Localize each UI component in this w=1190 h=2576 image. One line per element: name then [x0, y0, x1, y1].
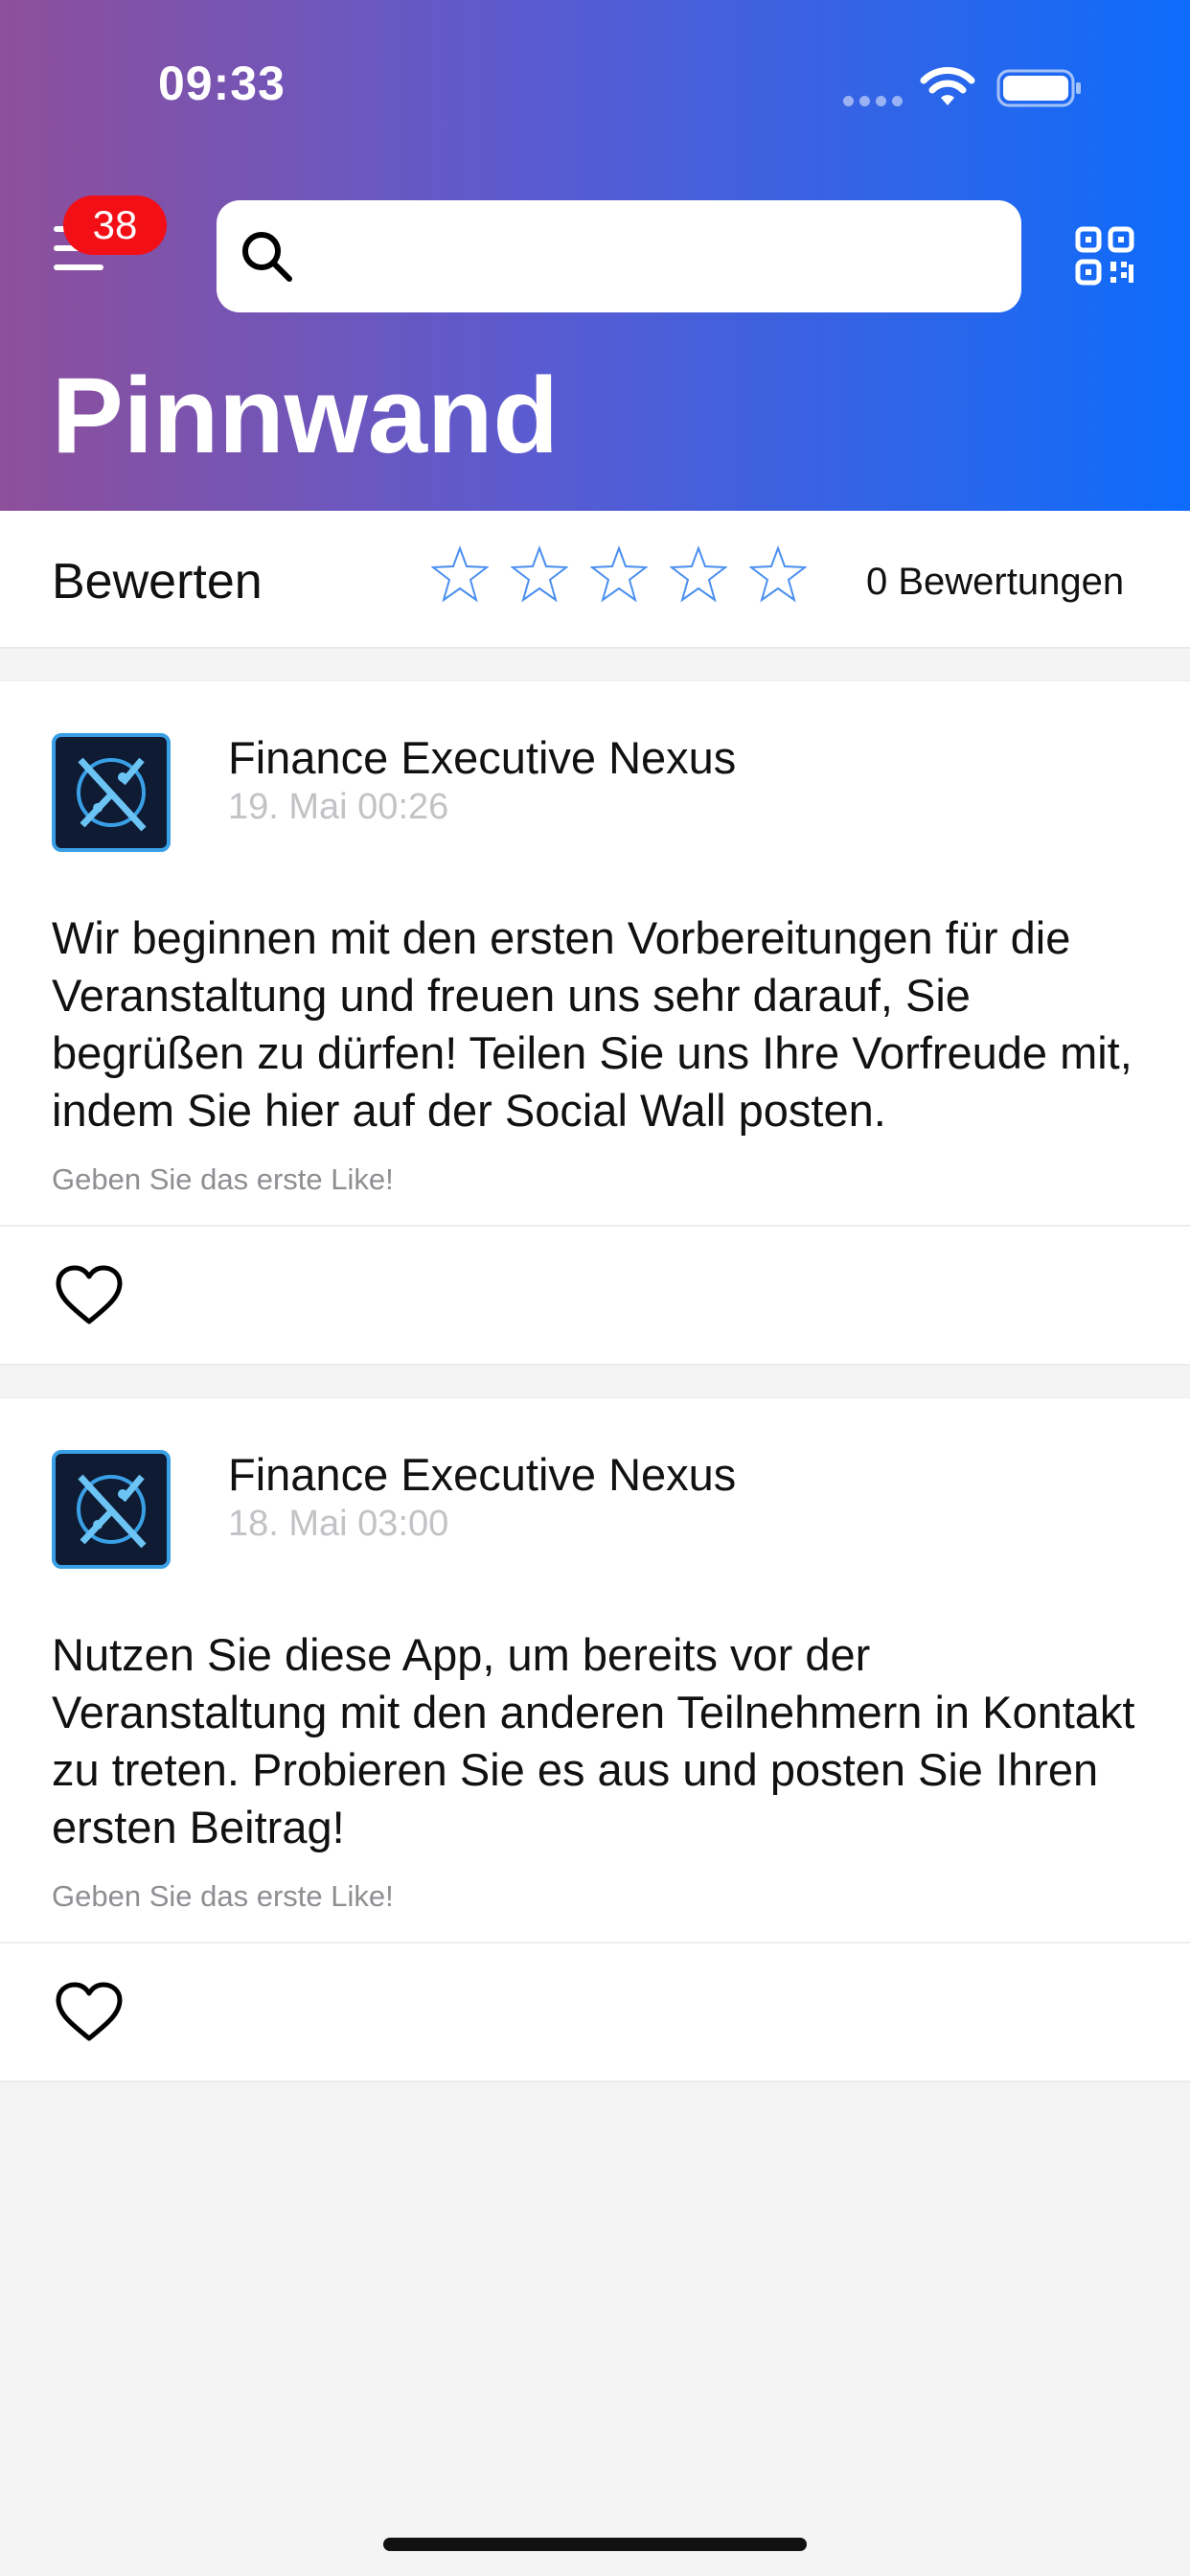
star-icon-2[interactable] — [511, 545, 568, 603]
avatar[interactable] — [52, 1450, 171, 1569]
avatar[interactable] — [52, 733, 171, 852]
star-icon-3[interactable] — [590, 545, 648, 603]
post-author[interactable]: Finance Executive Nexus — [228, 731, 736, 784]
home-indicator[interactable] — [383, 2538, 807, 2551]
search-input[interactable] — [312, 219, 1006, 294]
logo-icon — [77, 1474, 147, 1549]
logo-icon — [77, 757, 147, 832]
page-title: Pinnwand — [52, 356, 559, 475]
divider — [0, 1225, 1190, 1227]
like-hint: Geben Sie das erste Like! — [52, 1879, 394, 1913]
signal-icon — [843, 96, 903, 106]
battery-icon — [996, 69, 1081, 107]
like-hint: Geben Sie das erste Like! — [52, 1162, 394, 1196]
post-timestamp: 18. Mai 03:00 — [228, 1504, 449, 1544]
qr-code-icon[interactable] — [1075, 226, 1134, 286]
post-card: Finance Executive Nexus 19. Mai 00:26 Wi… — [0, 680, 1190, 1366]
search-icon — [242, 232, 292, 282]
rating-bar: Bewerten 0 Bewertungen — [0, 511, 1190, 649]
star-icon-5[interactable] — [749, 545, 807, 603]
wifi-icon — [920, 67, 975, 105]
rating-label: Bewerten — [52, 554, 263, 610]
divider — [0, 1942, 1190, 1944]
search-bar[interactable] — [217, 200, 1021, 312]
star-icon-4[interactable] — [670, 545, 727, 603]
heart-icon[interactable] — [54, 1981, 125, 2044]
header: 09:33 38 Pinnwand — [0, 0, 1190, 511]
post-text: Wir beginnen mit den ersten Vorbereitung… — [52, 912, 1133, 1136]
heart-icon[interactable] — [54, 1264, 125, 1327]
star-rating[interactable] — [431, 545, 807, 603]
post-timestamp: 19. Mai 00:26 — [228, 787, 449, 827]
post-author[interactable]: Finance Executive Nexus — [228, 1448, 736, 1501]
post-card: Finance Executive Nexus 18. Mai 03:00 Nu… — [0, 1397, 1190, 2082]
notification-badge: 38 — [63, 196, 167, 255]
rating-count: 0 Bewertungen — [866, 561, 1125, 603]
star-icon-1[interactable] — [431, 545, 489, 603]
status-time: 09:33 — [158, 57, 286, 110]
post-text: Nutzen Sie diese App, um bereits vor der… — [52, 1629, 1135, 1852]
